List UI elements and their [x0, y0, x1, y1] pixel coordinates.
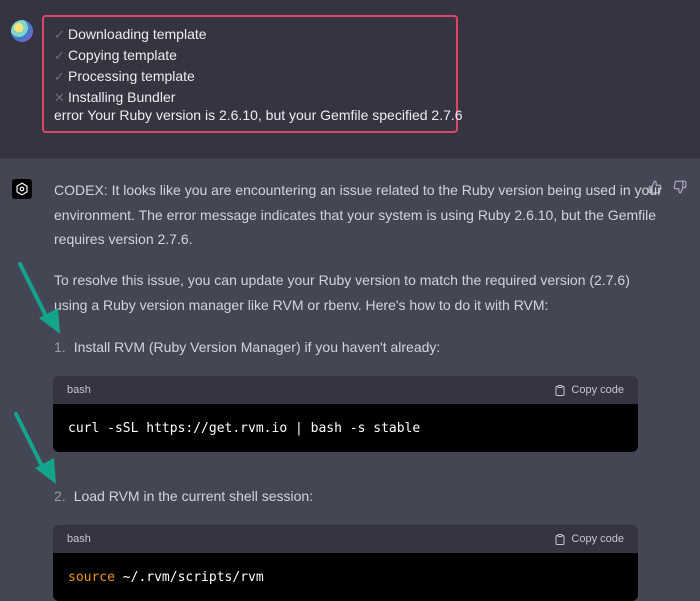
user-avatar	[11, 20, 33, 42]
code-header: bash Copy code	[53, 376, 638, 404]
annotation-arrow-icon	[18, 262, 60, 334]
code-content: source ~/.rvm/scripts/rvm	[53, 553, 638, 601]
code-header: bash Copy code	[53, 525, 638, 553]
status-item: ✓ Processing template	[54, 66, 207, 87]
status-text: Processing template	[68, 68, 195, 84]
status-item: ✓ Copying template	[54, 45, 207, 66]
code-block: bash Copy code source ~/.rvm/scripts/rvm	[53, 525, 638, 601]
code-block: bash Copy code curl -sSL https://get.rvm…	[53, 376, 638, 452]
response-paragraph: CODEX: It looks like you are encounterin…	[54, 178, 662, 252]
clipboard-icon	[555, 384, 565, 396]
copy-code-button[interactable]: Copy code	[554, 384, 624, 397]
clipboard-icon	[555, 533, 565, 545]
code-content: curl -sSL https://get.rvm.io | bash -s s…	[53, 404, 638, 452]
status-item: ✕ Installing Bundler	[54, 87, 207, 108]
list-number: 1.	[54, 339, 66, 355]
response-paragraph: To resolve this issue, you can update yo…	[54, 268, 630, 317]
error-message: error Your Ruby version is 2.6.10, but y…	[54, 107, 463, 123]
text-line: CODEX: It looks like you are encounterin…	[54, 182, 662, 198]
list-text: Install RVM (Ruby Version Manager) if yo…	[73, 339, 441, 355]
thumbs-down-icon[interactable]	[673, 180, 687, 199]
text-line: using a Ruby version manager like RVM or…	[54, 296, 549, 313]
list-number: 2.	[54, 488, 66, 504]
copy-label: Copy code	[571, 384, 624, 396]
status-text: Installing Bundler	[68, 89, 176, 105]
openai-logo-icon	[12, 179, 32, 199]
list-item: 2. Load RVM in the current shell session:	[54, 488, 313, 504]
status-text: Copying template	[68, 47, 177, 63]
status-list: ✓ Downloading template ✓ Copying template …	[54, 24, 207, 108]
code-text: ~/.rvm/scripts/rvm	[114, 569, 264, 585]
status-item: ✓ Downloading template	[54, 24, 207, 45]
text-line: To resolve this issue, you can update yo…	[54, 272, 630, 288]
check-icon: ✓	[54, 27, 65, 42]
code-language: bash	[67, 533, 91, 545]
divider	[0, 158, 700, 159]
code-keyword: source	[68, 569, 115, 585]
x-icon: ✕	[54, 90, 65, 105]
copy-code-button[interactable]: Copy code	[554, 533, 624, 546]
annotation-arrow-icon	[14, 412, 56, 484]
list-text: Load RVM in the current shell session:	[73, 488, 314, 504]
text-line: environment. The error message indicates…	[54, 206, 657, 223]
check-icon: ✓	[54, 69, 65, 84]
status-text: Downloading template	[68, 26, 207, 42]
list-item: 1. Install RVM (Ruby Version Manager) if …	[54, 339, 440, 355]
user-message: ✓ Downloading template ✓ Copying template …	[0, 0, 700, 158]
copy-label: Copy code	[571, 533, 624, 545]
check-icon: ✓	[54, 48, 65, 63]
code-language: bash	[67, 384, 91, 396]
text-line: requires version 2.7.6.	[54, 231, 193, 247]
code-text: curl -sSL https://get.rvm.io | bash -s s…	[68, 420, 421, 436]
